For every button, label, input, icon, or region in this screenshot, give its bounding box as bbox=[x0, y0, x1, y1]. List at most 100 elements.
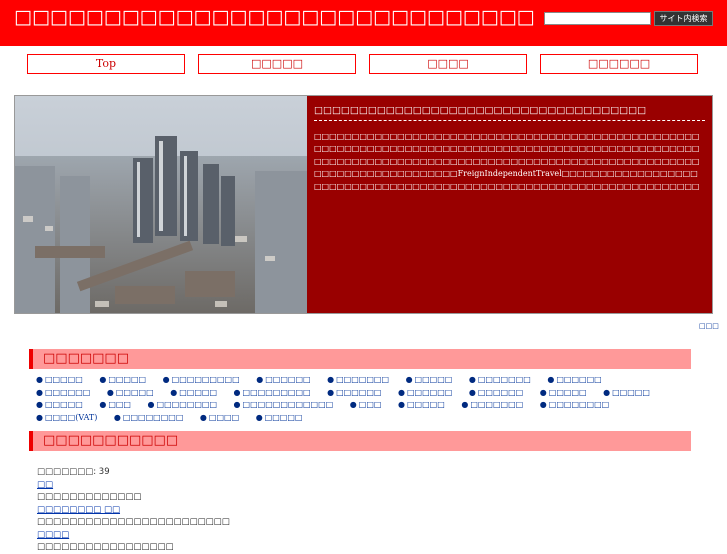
entry-count: □□□□□□□: 39 bbox=[37, 467, 110, 477]
site-title[interactable]: □□□□□□□□□□□□□□□□□□□□□□□□□□□□□□□□□□□ bbox=[14, 6, 534, 28]
site-header: □□□□□□□□□□□□□□□□□□□□□□□□□□□□□□□□□□□ サイト内… bbox=[0, 0, 727, 46]
category-label: □□□□□□ bbox=[406, 387, 453, 397]
category-label: □□□□□□ bbox=[477, 387, 524, 397]
category-item[interactable]: ● □□□□□ bbox=[107, 388, 154, 397]
category-label: □□□□□ bbox=[44, 400, 83, 409]
category-item[interactable]: ● □□□□□ bbox=[36, 375, 83, 384]
bullet-icon: ● bbox=[349, 400, 357, 409]
nav-item-4[interactable]: □□□□□□ bbox=[540, 54, 698, 74]
category-item[interactable]: ● □□□□ bbox=[200, 413, 239, 422]
bullet-icon: ● bbox=[233, 400, 241, 409]
category-label: □□□ bbox=[358, 400, 382, 409]
category-item[interactable]: ● □□□□□□ bbox=[547, 375, 601, 384]
category-item[interactable]: ● □□□□□ bbox=[540, 388, 587, 397]
category-item[interactable]: ● □□□□□ bbox=[170, 388, 217, 397]
category-item[interactable]: ● □□□□□□□□□ bbox=[163, 375, 240, 384]
category-label: □□□□□ bbox=[414, 375, 453, 384]
category-item[interactable]: ● □□□ bbox=[99, 400, 131, 409]
category-label: □□□□□□□□□□□□ bbox=[242, 400, 334, 409]
category-item[interactable]: ● □□□□□ bbox=[36, 400, 83, 409]
bullet-icon: ● bbox=[468, 387, 476, 397]
bullet-icon: ● bbox=[36, 375, 43, 384]
category-item[interactable]: ● □□□□□ bbox=[603, 388, 650, 397]
category-item[interactable]: ● □□□□□□□□□□□□ bbox=[234, 400, 334, 409]
main-nav: Top □□□□□ □□□□ □□□□□□ bbox=[27, 54, 698, 74]
nav-item-top[interactable]: Top bbox=[27, 54, 185, 74]
recent-entries: □□□□□□□: 39 □□ □□□□□□□□□□□□□ □□□□□□□□ □□… bbox=[37, 466, 677, 554]
category-item[interactable]: ● □□□□□□□□ bbox=[540, 400, 609, 409]
nav-item-2[interactable]: □□□□□ bbox=[198, 54, 356, 74]
search-input[interactable] bbox=[544, 12, 651, 25]
hero-description: □□□□□□□□□□□□□□□□□□□□□□□□□□□□□□□□□□□□□□□□… bbox=[314, 132, 700, 191]
bullet-icon: ● bbox=[539, 400, 547, 409]
category-label: □□□□ bbox=[208, 412, 240, 422]
entry-text-1: □□□□□□□□□□□□□ bbox=[37, 492, 142, 502]
category-label: □□□□□□□ bbox=[470, 400, 524, 409]
bullet-icon: ● bbox=[36, 400, 43, 409]
category-item[interactable]: ● □□□□□ bbox=[99, 375, 146, 384]
bullet-icon: ● bbox=[170, 387, 178, 397]
category-label: □□□□□□ bbox=[336, 387, 382, 397]
hero-title[interactable]: □□□□□□□□□□□□□□□□□□□□□□□□□□□□□□□□□□□□□ bbox=[314, 104, 705, 121]
category-item[interactable]: ● □□□□□□ bbox=[469, 388, 523, 397]
bullet-icon: ● bbox=[147, 400, 155, 409]
bullet-icon: ● bbox=[99, 400, 107, 409]
category-item[interactable]: ● □□□□□ bbox=[256, 413, 303, 422]
bullet-icon: ● bbox=[199, 412, 207, 422]
bullet-icon: ● bbox=[327, 375, 335, 384]
entry-link-3[interactable]: □□□□ bbox=[37, 529, 677, 542]
search-button[interactable]: サイト内検索 bbox=[654, 11, 713, 26]
category-item[interactable]: ● □□□□□□□ bbox=[327, 375, 389, 384]
bullet-icon: ● bbox=[113, 412, 121, 422]
category-label: □□□□□□□ bbox=[477, 375, 531, 384]
category-item[interactable]: ● □□□□□□ bbox=[36, 388, 90, 397]
categories-heading: □□□□□□□ bbox=[29, 349, 691, 369]
bullet-icon: ● bbox=[603, 387, 611, 397]
category-list: ● □□□□□ ● □□□□□ ● □□□□□□□□□ ● □□□□□□ ● □□□□□□… bbox=[36, 374, 684, 424]
entry-link-2[interactable]: □□□□□□□□ □□ bbox=[37, 504, 677, 517]
category-item[interactable]: ● □□□□□□ bbox=[256, 375, 310, 384]
bullet-icon: ● bbox=[106, 387, 114, 397]
category-label: □□□□□□□ bbox=[336, 375, 390, 384]
category-label: □□□□(VAT) bbox=[44, 412, 98, 422]
category-label: □□□ bbox=[108, 400, 131, 409]
hero-banner: □□□□□□□□□□□□□□□□□□□□□□□□□□□□□□□□□□□□□ □□… bbox=[14, 95, 713, 314]
category-label: □□□□□□ bbox=[44, 387, 91, 397]
more-link[interactable]: □□□ bbox=[699, 322, 719, 330]
category-label: □□□□□ bbox=[406, 400, 445, 409]
category-item[interactable]: ● □□□□□ bbox=[406, 375, 453, 384]
bullet-icon: ● bbox=[162, 375, 170, 384]
category-label: □□□□□ bbox=[548, 387, 587, 397]
entry-text-3: □□□□□□□□□□□□□□□□□ bbox=[37, 542, 174, 552]
category-label: □□□□□□□□ bbox=[156, 400, 217, 409]
category-item[interactable]: ● □□□□□□□ bbox=[461, 400, 523, 409]
entry-link-1[interactable]: □□ bbox=[37, 479, 677, 492]
category-item[interactable]: ● □□□□□ bbox=[398, 400, 445, 409]
bullet-icon: ● bbox=[547, 375, 555, 384]
category-label: □□□□□ bbox=[612, 387, 650, 397]
bullet-icon: ● bbox=[36, 412, 43, 422]
category-label: □□□□□ bbox=[44, 375, 83, 384]
bullet-icon: ● bbox=[255, 412, 263, 422]
category-item[interactable]: ● □□□□□□ bbox=[327, 388, 381, 397]
hero-text-panel: □□□□□□□□□□□□□□□□□□□□□□□□□□□□□□□□□□□□□ □□… bbox=[307, 96, 712, 313]
category-label: □□□□□ bbox=[264, 412, 303, 422]
bullet-icon: ● bbox=[398, 400, 405, 409]
nav-item-3[interactable]: □□□□ bbox=[369, 54, 527, 74]
category-item[interactable]: ● □□□□□□□□ bbox=[148, 400, 217, 409]
category-item[interactable]: ● □□□□□□□□□ bbox=[234, 388, 311, 397]
category-item[interactable]: ● □□□□□□□□ bbox=[114, 413, 183, 422]
category-item[interactable]: ● □□□□□□□ bbox=[469, 375, 531, 384]
category-label: □□□□□□□□□ bbox=[171, 375, 240, 384]
bullet-icon: ● bbox=[233, 387, 241, 397]
category-item[interactable]: ● □□□□(VAT) bbox=[36, 413, 97, 422]
category-item[interactable]: ● □□□□□□ bbox=[398, 388, 452, 397]
category-label: □□□□□□□□ bbox=[548, 400, 610, 409]
category-item[interactable]: ● □□□ bbox=[350, 400, 382, 409]
category-label: □□□□□□□□□ bbox=[242, 387, 311, 397]
bullet-icon: ● bbox=[468, 375, 476, 384]
bullet-icon: ● bbox=[398, 387, 405, 397]
category-label: □□□□□□ bbox=[556, 375, 602, 384]
recent-heading: □□□□□□□□□□□ bbox=[29, 431, 691, 451]
category-label: □□□□□□ bbox=[265, 375, 311, 384]
